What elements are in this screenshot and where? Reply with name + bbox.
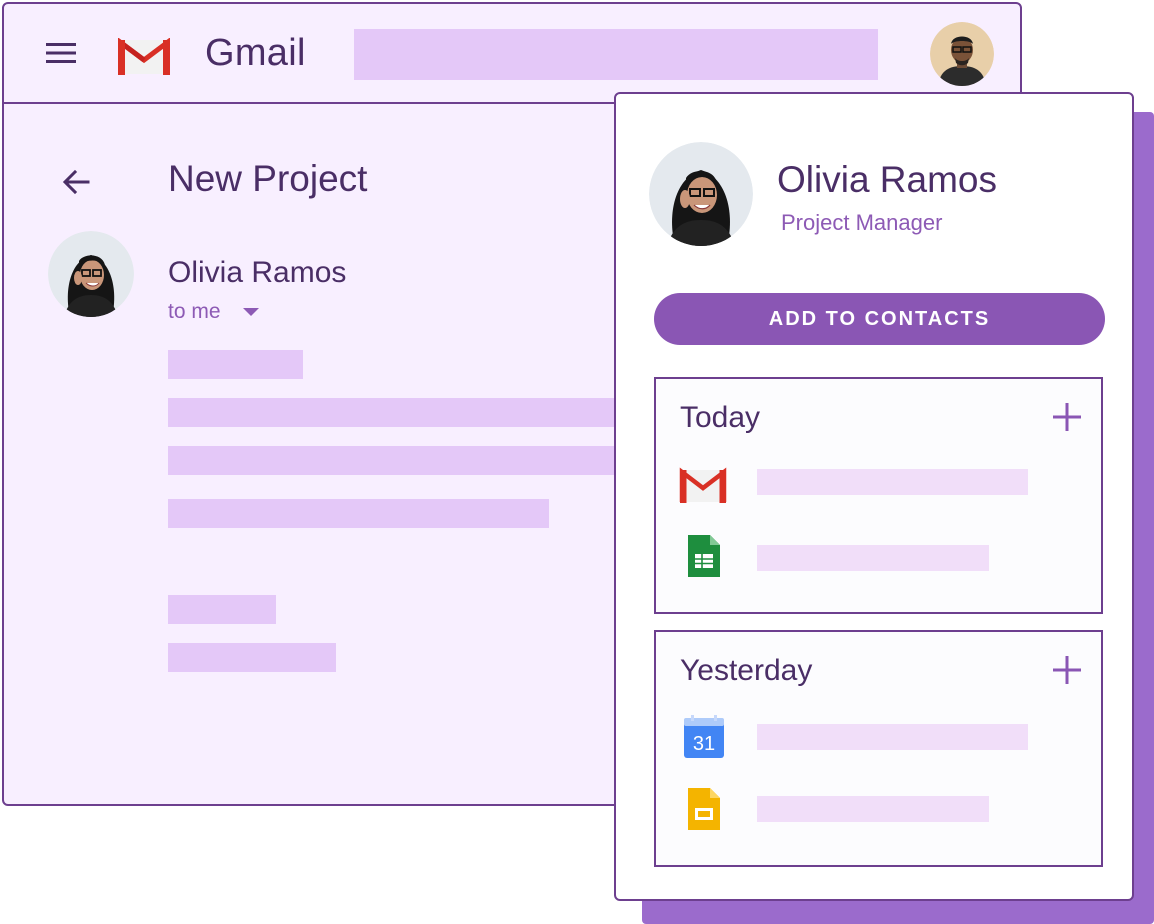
recipient-dropdown[interactable]: to me bbox=[168, 300, 259, 324]
section-title: Today bbox=[680, 401, 761, 434]
email-subject: New Project bbox=[168, 158, 368, 199]
section-yesterday: Yesterday 31 bbox=[654, 630, 1103, 867]
contact-name: Olivia Ramos bbox=[777, 159, 997, 200]
gmail-logo-icon[interactable] bbox=[118, 38, 170, 76]
search-bar[interactable] bbox=[354, 29, 878, 80]
sheets-icon[interactable] bbox=[678, 531, 728, 581]
sender-name: Olivia Ramos bbox=[168, 256, 347, 289]
back-arrow-icon[interactable] bbox=[60, 166, 92, 198]
body-line bbox=[168, 350, 303, 379]
section-title: Yesterday bbox=[680, 654, 813, 687]
activity-item[interactable] bbox=[757, 724, 1028, 750]
plus-icon[interactable] bbox=[1051, 401, 1083, 433]
recipient-label: to me bbox=[168, 300, 221, 323]
contact-card: Olivia Ramos Project Manager ADD TO CONT… bbox=[614, 92, 1134, 901]
add-to-contacts-button[interactable]: ADD TO CONTACTS bbox=[654, 293, 1105, 345]
app-title: Gmail bbox=[205, 32, 306, 74]
activity-item[interactable] bbox=[757, 545, 989, 571]
slides-icon[interactable] bbox=[678, 784, 728, 834]
contact-role: Project Manager bbox=[781, 210, 943, 235]
gmail-icon[interactable] bbox=[678, 461, 728, 511]
activity-item[interactable] bbox=[757, 469, 1028, 495]
body-line bbox=[168, 446, 628, 475]
body-line bbox=[168, 595, 276, 624]
account-avatar[interactable] bbox=[930, 22, 994, 86]
calendar-icon[interactable]: 31 bbox=[678, 712, 728, 762]
body-line bbox=[168, 499, 549, 528]
body-line bbox=[168, 398, 628, 427]
plus-icon[interactable] bbox=[1051, 654, 1083, 686]
body-line bbox=[168, 643, 336, 672]
calendar-day: 31 bbox=[693, 733, 715, 755]
contact-avatar bbox=[649, 142, 753, 246]
sender-avatar[interactable] bbox=[48, 231, 134, 317]
section-today: Today bbox=[654, 377, 1103, 614]
caret-down-icon[interactable] bbox=[242, 308, 259, 316]
activity-item[interactable] bbox=[757, 796, 989, 822]
menu-icon[interactable] bbox=[46, 42, 76, 64]
gmail-header: Gmail bbox=[4, 4, 1020, 104]
